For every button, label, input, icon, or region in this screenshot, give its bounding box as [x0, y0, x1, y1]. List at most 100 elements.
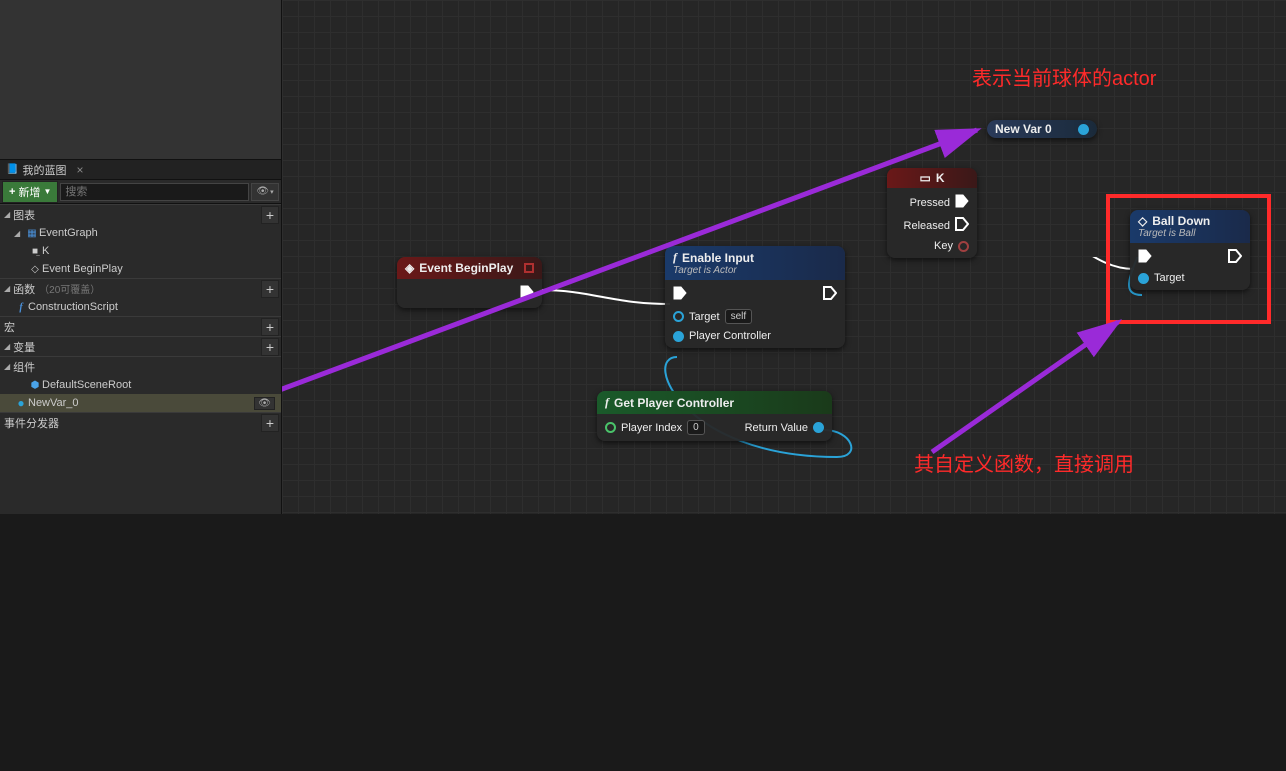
function-icon: f	[673, 250, 677, 265]
node-body: Pressed Released Key	[887, 188, 977, 258]
event-icon: ◇	[28, 264, 42, 275]
preview-area	[0, 0, 281, 160]
exec-out-pin[interactable]	[955, 217, 969, 234]
annotation-box	[1106, 194, 1271, 324]
eye-icon: 👁	[256, 186, 269, 197]
section-label: 事件分发器	[4, 415, 59, 431]
toolbar: + 新增 ▼ 👁▾	[0, 180, 281, 204]
node-title: Get Player Controller	[614, 396, 734, 410]
section-functions[interactable]: ◢ 函数 （20可覆盖） +	[0, 278, 281, 298]
tab-bar: 📘 我的蓝图 ×	[0, 160, 281, 180]
add-dispatcher-button[interactable]: +	[261, 414, 279, 432]
section-graph[interactable]: ◢ 图表 +	[0, 204, 281, 224]
exec-out-pin[interactable]	[955, 194, 969, 211]
key-row: Key	[895, 240, 969, 252]
function-icon: f	[605, 395, 609, 410]
section-macros[interactable]: 宏 +	[0, 316, 281, 336]
exec-in-pin[interactable]	[673, 286, 687, 303]
tree-newvar[interactable]: ● NewVar_0 👁	[0, 394, 281, 412]
tree-k[interactable]: ■̤ K	[0, 242, 281, 260]
pin-label: Player Controller	[689, 330, 771, 342]
delegate-pin[interactable]	[524, 263, 534, 273]
collapse-icon: ◢	[4, 362, 10, 371]
key-icon: ■̤	[28, 246, 42, 257]
pin-label: Target	[689, 311, 720, 323]
section-label: 组件	[13, 359, 35, 375]
self-pill[interactable]: self	[725, 309, 753, 324]
pin-label: Player Index	[621, 422, 682, 434]
node-body: Player Index 0 Return Value	[597, 414, 832, 441]
graph-icon: ▦	[25, 228, 39, 239]
annotation-top: 表示当前球体的actor	[972, 62, 1156, 91]
pressed-row: Pressed	[895, 194, 969, 211]
event-icon: ◈	[405, 261, 414, 275]
node-title: New Var 0	[995, 122, 1052, 136]
section-components[interactable]: ◢ 组件	[0, 356, 281, 376]
target-pin[interactable]	[673, 311, 684, 322]
component-icon: ⬢	[28, 380, 42, 391]
tree-eventgraph[interactable]: ◢ ▦ EventGraph	[0, 224, 281, 242]
playerindex-pin[interactable]	[605, 422, 616, 433]
tree-label: DefaultSceneRoot	[42, 379, 131, 391]
node-enable-input[interactable]: f Enable Input Target is Actor Target se…	[665, 246, 845, 348]
section-subtitle: （20可覆盖）	[39, 281, 100, 296]
close-icon[interactable]: ×	[76, 163, 83, 177]
visibility-button[interactable]: 👁▾	[251, 183, 279, 201]
search-input[interactable]	[60, 183, 249, 201]
tree-label: Event BeginPlay	[42, 263, 123, 275]
add-graph-button[interactable]: +	[261, 206, 279, 224]
returnvalue-pin[interactable]	[813, 422, 824, 433]
node-subtitle: Target is Actor	[673, 265, 837, 276]
tree-label: K	[42, 245, 49, 257]
tree-label: EventGraph	[39, 227, 98, 239]
add-variable-button[interactable]: +	[261, 338, 279, 356]
target-row: Target self	[673, 309, 837, 324]
exec-out-pin[interactable]	[520, 285, 534, 302]
row: Player Index 0 Return Value	[605, 420, 824, 435]
tree-label: NewVar_0	[28, 397, 79, 409]
annotation-bottom: 其自定义函数，直接调用	[914, 448, 1134, 477]
node-title: K	[936, 171, 945, 185]
section-variables[interactable]: ◢ 变量 +	[0, 336, 281, 356]
exec-row	[673, 286, 837, 303]
released-row: Released	[895, 217, 969, 234]
tree-beginplay[interactable]: ◇ Event BeginPlay	[0, 260, 281, 278]
node-get-player-controller[interactable]: f Get Player Controller Player Index 0 R…	[597, 391, 832, 441]
key-pin[interactable]	[958, 241, 969, 252]
key-icon: ▭	[919, 171, 930, 185]
pin-label: Released	[904, 220, 950, 232]
sidebar: 📘 我的蓝图 × + 新增 ▼ 👁▾ ◢ 图表 + ◢ ▦ EventGraph…	[0, 0, 282, 514]
playerindex-value[interactable]: 0	[687, 420, 705, 435]
node-header: ▭ K	[887, 168, 977, 188]
exec-out-pin[interactable]	[823, 286, 837, 303]
node-header: f Get Player Controller	[597, 391, 832, 414]
pin-label: Key	[934, 240, 953, 252]
tree-construction[interactable]: f ConstructionScript	[0, 298, 281, 316]
exec-out-row	[405, 285, 534, 302]
node-header: f Enable Input Target is Actor	[665, 246, 845, 280]
playercontroller-pin[interactable]	[673, 331, 684, 342]
node-title: Event BeginPlay	[419, 261, 513, 275]
tree-label: ConstructionScript	[28, 301, 118, 313]
add-button[interactable]: + 新增 ▼	[2, 181, 58, 203]
graph-canvas[interactable]: ◈ Event BeginPlay f Enable Input Target …	[282, 0, 1286, 514]
node-event-beginplay[interactable]: ◈ Event BeginPlay	[397, 257, 542, 308]
section-label: 变量	[13, 339, 35, 355]
node-header: New Var 0	[987, 120, 1097, 138]
section-label: 宏	[4, 319, 15, 335]
eye-icon[interactable]: 👁	[254, 397, 275, 410]
pin-label: Pressed	[910, 197, 950, 209]
section-dispatchers[interactable]: 事件分发器 +	[0, 412, 281, 432]
tree-defaultscene[interactable]: ⬢ DefaultSceneRoot	[0, 376, 281, 394]
function-icon: f	[14, 302, 28, 313]
add-macro-button[interactable]: +	[261, 318, 279, 336]
collapse-icon: ◢	[4, 284, 10, 293]
collapse-icon: ◢	[4, 342, 10, 351]
value-pin[interactable]	[1078, 124, 1089, 135]
chevron-down-icon: ▼	[43, 187, 51, 196]
add-function-button[interactable]: +	[261, 280, 279, 298]
node-newvar-getter[interactable]: New Var 0	[987, 120, 1097, 138]
node-title: Enable Input	[682, 251, 754, 265]
section-label: 图表	[13, 207, 35, 223]
node-input-k[interactable]: ▭ K Pressed Released Key	[887, 168, 977, 258]
